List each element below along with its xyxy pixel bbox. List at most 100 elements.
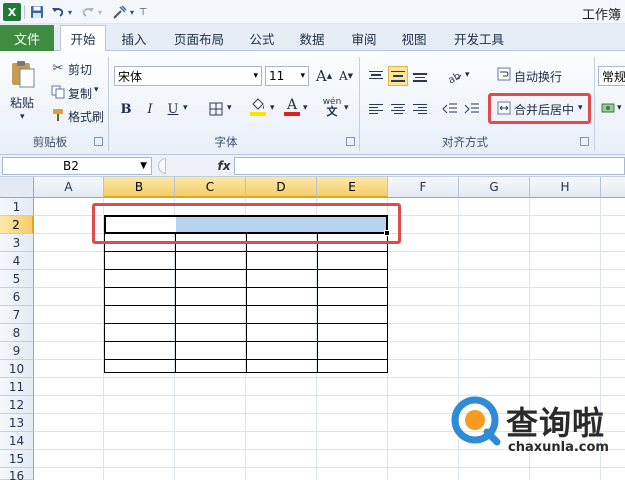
- wrap-text-button[interactable]: 自动换行: [514, 68, 562, 85]
- row-header-2[interactable]: 2: [0, 216, 34, 234]
- row-header-1[interactable]: 1: [0, 198, 34, 216]
- row-header-6[interactable]: 6: [0, 288, 34, 306]
- fill-color-dropdown-icon[interactable]: ▾: [270, 103, 275, 113]
- accounting-dropdown-icon[interactable]: ▾: [617, 103, 622, 113]
- align-left-button[interactable]: [366, 99, 386, 119]
- row-header-15[interactable]: 15: [0, 450, 34, 468]
- tab-formulas[interactable]: 公式: [240, 26, 284, 50]
- row-header-11[interactable]: 11: [0, 378, 34, 396]
- decrease-indent-icon[interactable]: [440, 99, 460, 119]
- font-size-dropdown[interactable]: 11 ▾: [265, 66, 309, 86]
- tab-insert[interactable]: 插入: [112, 26, 156, 50]
- customize-qa-icon[interactable]: ▾: [128, 3, 136, 21]
- grow-font-button[interactable]: A ▲: [314, 66, 334, 86]
- row-header-7[interactable]: 7: [0, 306, 34, 324]
- tab-home[interactable]: 开始: [60, 25, 106, 52]
- cut-icon[interactable]: ✂: [50, 60, 66, 76]
- number-format-dropdown[interactable]: 常规: [598, 66, 625, 86]
- tools-icon[interactable]: [110, 3, 128, 21]
- increase-indent-icon[interactable]: [462, 99, 482, 119]
- align-right-button[interactable]: [410, 99, 430, 119]
- phonetic-guide-button[interactable]: wén 文: [322, 97, 342, 117]
- chevron-down-icon[interactable]: ▼: [140, 161, 147, 171]
- orientation-icon[interactable]: ab: [444, 66, 464, 86]
- alignment-dialog-launcher[interactable]: [580, 137, 589, 146]
- row-header-13[interactable]: 13: [0, 414, 34, 432]
- row-header-9[interactable]: 9: [0, 342, 34, 360]
- column-header-a[interactable]: A: [34, 177, 104, 198]
- column-header-c[interactable]: C: [175, 177, 246, 198]
- clipboard-dialog-launcher[interactable]: [94, 137, 103, 146]
- align-middle-button[interactable]: [388, 66, 408, 86]
- align-bottom-button[interactable]: [410, 66, 430, 86]
- select-all-corner[interactable]: [0, 177, 34, 198]
- row-header-3[interactable]: 3: [0, 234, 34, 252]
- borders-icon[interactable]: [206, 99, 226, 119]
- column-header-b[interactable]: B: [104, 177, 175, 198]
- row-header-4[interactable]: 4: [0, 252, 34, 270]
- align-center-button[interactable]: [388, 99, 408, 119]
- font-color-button[interactable]: A: [282, 97, 302, 117]
- column-header-g[interactable]: G: [459, 177, 530, 198]
- font-dialog-launcher[interactable]: [346, 137, 355, 146]
- redo-icon[interactable]: [80, 3, 96, 21]
- bordered-table[interactable]: [104, 233, 388, 373]
- copy-dropdown-icon[interactable]: ▾: [94, 85, 99, 95]
- column-header-i[interactable]: [601, 177, 625, 198]
- italic-button[interactable]: I: [140, 99, 160, 119]
- watermark-name: 查询啦: [506, 404, 606, 442]
- shrink-font-button[interactable]: A ▼: [336, 66, 356, 86]
- font-name-dropdown[interactable]: 宋体 ▾: [114, 66, 262, 86]
- accounting-format-icon[interactable]: [600, 100, 616, 116]
- tab-review[interactable]: 审阅: [342, 26, 386, 50]
- underline-dropdown-icon[interactable]: ▾: [183, 103, 188, 113]
- undo-dropdown-icon[interactable]: ▾: [66, 3, 74, 21]
- bold-button[interactable]: B: [116, 99, 136, 119]
- format-painter-button[interactable]: 格式刷: [68, 108, 104, 125]
- wrap-text-icon[interactable]: [496, 66, 512, 82]
- row-header-12[interactable]: 12: [0, 396, 34, 414]
- row-header-8[interactable]: 8: [0, 324, 34, 342]
- watermark-url: chaxunla.com: [508, 440, 609, 455]
- phonetic-dropdown-icon[interactable]: ▾: [344, 103, 349, 113]
- redo-dropdown-icon[interactable]: ▾: [96, 3, 104, 21]
- copy-button[interactable]: 复制: [68, 85, 92, 102]
- row-header-5[interactable]: 5: [0, 270, 34, 288]
- name-box[interactable]: B2 ▼: [2, 157, 152, 175]
- tab-page-layout[interactable]: 页面布局: [164, 26, 234, 50]
- save-icon[interactable]: [28, 3, 46, 21]
- tab-developer[interactable]: 开发工具: [444, 26, 514, 50]
- row-header-16[interactable]: 16: [0, 468, 34, 480]
- column-header-f[interactable]: F: [388, 177, 459, 198]
- orientation-dropdown-icon[interactable]: ▾: [465, 70, 470, 80]
- paste-button[interactable]: 粘贴: [10, 94, 34, 111]
- undo-icon[interactable]: [50, 3, 66, 21]
- selection-highlight-box: [92, 203, 401, 244]
- cut-button[interactable]: 剪切: [68, 61, 92, 78]
- row-header-14[interactable]: 14: [0, 432, 34, 450]
- underline-button[interactable]: U: [163, 99, 183, 119]
- chevron-down-icon[interactable]: ▾: [300, 71, 305, 81]
- fill-color-icon[interactable]: [248, 97, 268, 117]
- clipboard-group-label: 剪贴板: [32, 135, 68, 149]
- excel-app-icon[interactable]: X: [3, 3, 21, 21]
- alignment-group-label: 对齐方式: [442, 135, 488, 149]
- chevron-down-icon[interactable]: ▾: [253, 71, 258, 81]
- align-top-button[interactable]: [366, 66, 386, 86]
- borders-dropdown-icon[interactable]: ▾: [227, 103, 232, 113]
- insert-function-button[interactable]: fx: [214, 157, 234, 175]
- font-color-dropdown-icon[interactable]: ▾: [303, 103, 308, 113]
- row-header-10[interactable]: 10: [0, 360, 34, 378]
- tab-data[interactable]: 数据: [290, 26, 334, 50]
- column-header-e[interactable]: E: [317, 177, 388, 198]
- column-header-d[interactable]: D: [246, 177, 317, 198]
- paste-icon[interactable]: [8, 58, 38, 90]
- formula-input[interactable]: [234, 157, 625, 175]
- format-painter-icon[interactable]: [50, 107, 66, 123]
- copy-icon[interactable]: [50, 84, 66, 100]
- qa-menu-icon[interactable]: ⊤: [138, 3, 148, 21]
- paste-dropdown-icon[interactable]: ▾: [20, 112, 25, 122]
- tab-file[interactable]: 文件: [0, 25, 54, 51]
- column-header-h[interactable]: H: [530, 177, 601, 198]
- tab-view[interactable]: 视图: [392, 26, 436, 50]
